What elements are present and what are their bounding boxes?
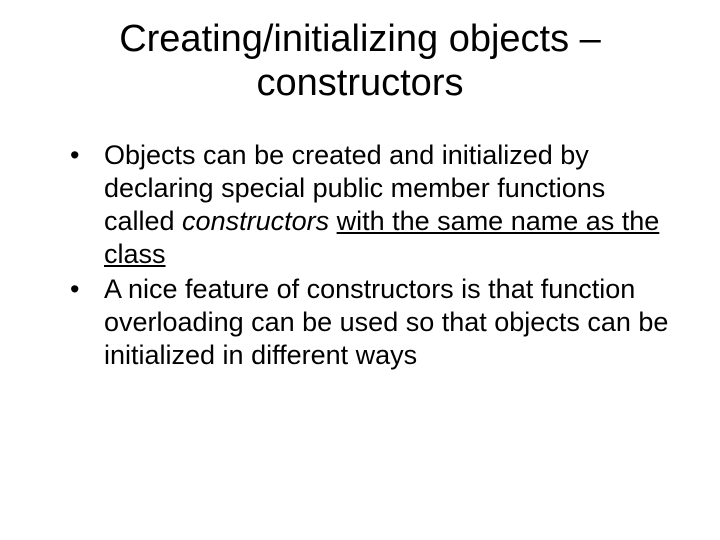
slide-title: Creating/initializing objects – construc… [40, 18, 680, 105]
bullet-1-italic: constructors [182, 206, 329, 236]
bullet-2-text: A nice feature of constructors is that f… [104, 274, 668, 370]
bullet-1-space [329, 206, 337, 236]
bullet-item-1: Objects can be created and initialized b… [70, 139, 680, 271]
bullet-list: Objects can be created and initialized b… [40, 139, 680, 372]
bullet-item-2: A nice feature of constructors is that f… [70, 273, 680, 372]
